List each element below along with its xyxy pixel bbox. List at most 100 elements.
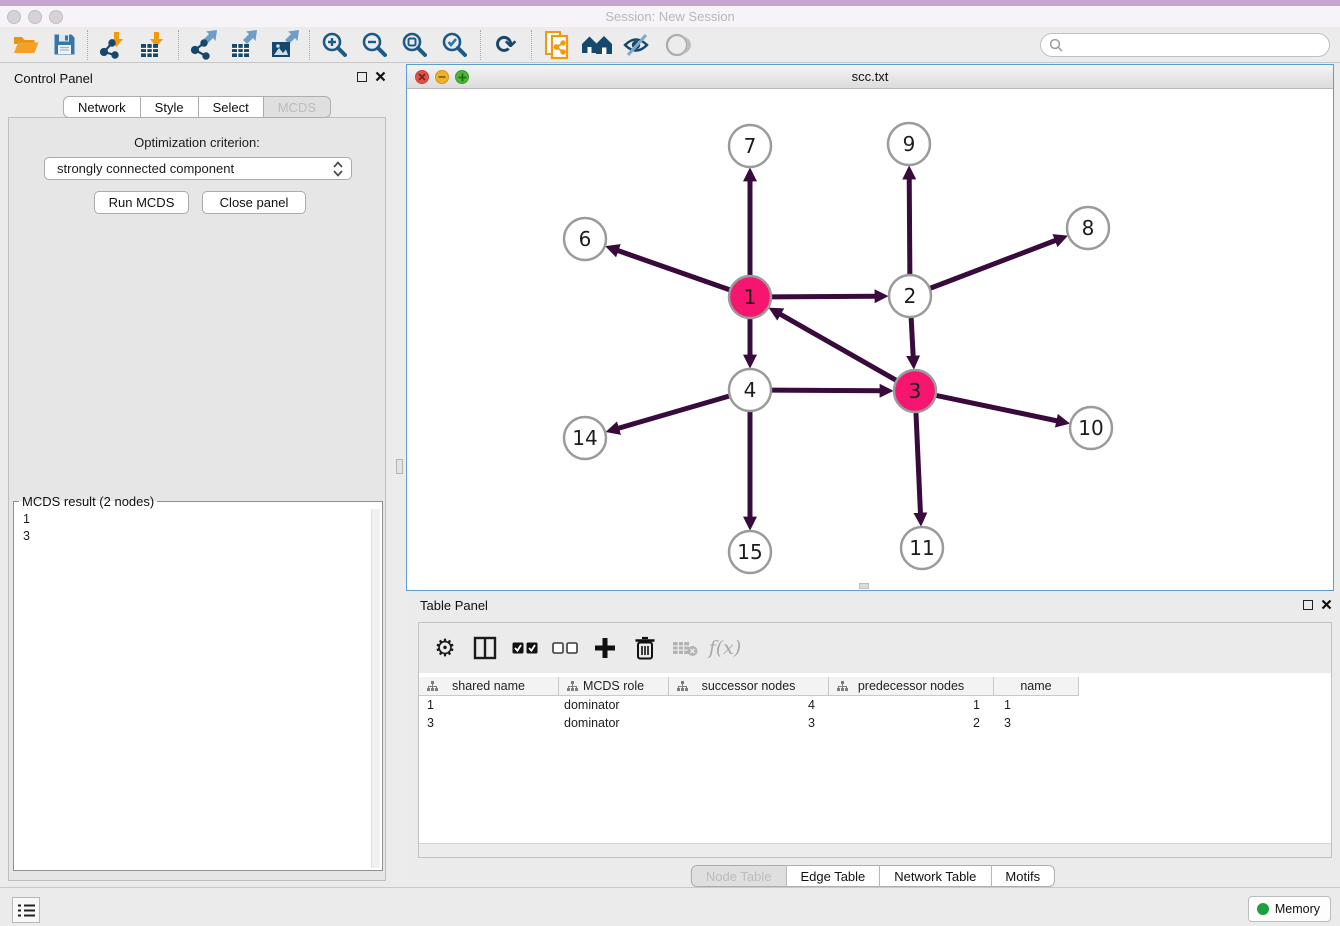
tab-mcds[interactable]: MCDS <box>264 96 331 118</box>
cell-name[interactable]: 3 <box>994 714 1079 732</box>
edge-4-14[interactable] <box>618 396 730 429</box>
network-frame-titlebar[interactable]: scc.txt <box>407 65 1333 89</box>
edge-2-8[interactable] <box>930 240 1057 288</box>
memory-button[interactable]: Memory <box>1248 896 1331 922</box>
network-canvas[interactable]: 7968124314101511 <box>407 89 1333 590</box>
cell-mcds-role[interactable]: dominator <box>559 696 669 714</box>
cell-predecessor-nodes[interactable]: 1 <box>829 696 994 714</box>
column-header-shared-name[interactable]: shared name <box>419 677 559 696</box>
show-column-button[interactable] <box>467 630 503 666</box>
tab-network[interactable]: Network <box>63 96 141 118</box>
control-panel-tabs: Network Style Select MCDS <box>63 96 331 118</box>
export-table-button[interactable] <box>224 29 264 61</box>
node-label-15: 15 <box>737 540 762 564</box>
edge-2-3[interactable] <box>911 317 913 357</box>
fx-icon: f(x) <box>709 637 742 659</box>
save-session-button[interactable] <box>46 29 82 61</box>
optimization-criterion-label: Optimization criterion: <box>0 135 394 150</box>
clone-network-button[interactable] <box>537 29 577 61</box>
cell-successor-nodes[interactable]: 4 <box>669 696 829 714</box>
delete-table-button[interactable] <box>667 630 703 666</box>
tab-network-table[interactable]: Network Table <box>880 865 991 887</box>
toolbar-separator <box>309 30 310 60</box>
mcds-result-text[interactable]: 1 3 <box>15 509 381 869</box>
edge-2-9[interactable] <box>909 178 910 275</box>
optimization-criterion-select[interactable]: strongly connected component <box>44 157 352 180</box>
export-network-button[interactable] <box>184 29 224 61</box>
column-label: name <box>1020 679 1051 693</box>
import-network-button[interactable] <box>93 29 133 61</box>
fit-content-icon <box>401 31 429 59</box>
hierarchy-icon <box>567 681 578 692</box>
import-table-button[interactable] <box>133 29 173 61</box>
function-builder-button[interactable]: f(x) <box>707 630 743 666</box>
result-scrollbar[interactable] <box>371 509 380 868</box>
delete-row-button[interactable] <box>627 630 663 666</box>
hide-graphics-details-button[interactable] <box>617 29 657 61</box>
frame-resize-grip[interactable] <box>859 583 869 589</box>
zoom-selected-button[interactable] <box>435 29 475 61</box>
edge-3-10[interactable] <box>936 395 1058 421</box>
float-panel-icon[interactable] <box>357 72 367 82</box>
result-line: 3 <box>23 528 373 545</box>
tab-node-table[interactable]: Node Table <box>691 865 787 887</box>
column-header-name[interactable]: name <box>994 677 1079 696</box>
tab-motifs[interactable]: Motifs <box>991 865 1055 887</box>
edge-layer <box>617 178 1058 518</box>
edge-1-2[interactable] <box>771 296 876 297</box>
cell-name[interactable]: 1 <box>994 696 1079 714</box>
table-horizontal-scrollbar[interactable] <box>419 843 1331 857</box>
selected-criterion: strongly connected component <box>57 161 333 176</box>
show-graphics-details-button[interactable] <box>657 29 697 61</box>
main-toolbar: ⟳ <box>0 27 1340 63</box>
cell-shared-name[interactable]: 3 <box>419 714 559 732</box>
search-field[interactable] <box>1040 33 1330 57</box>
columns-icon <box>473 636 497 660</box>
select-all-rows-button[interactable] <box>507 630 543 666</box>
column-header-successor-nodes[interactable]: successor nodes <box>669 677 829 696</box>
close-panel-icon[interactable] <box>1321 599 1332 610</box>
edge-3-1[interactable] <box>780 314 897 381</box>
table-row[interactable]: 1 dominator 4 1 1 <box>419 696 1331 714</box>
task-history-button[interactable] <box>12 897 40 923</box>
table-settings-button[interactable]: ⚙ <box>427 630 463 666</box>
refresh-button[interactable]: ⟳ <box>486 29 526 61</box>
zoom-out-button[interactable] <box>355 29 395 61</box>
cell-mcds-role[interactable]: dominator <box>559 714 669 732</box>
close-panel-icon[interactable] <box>375 71 386 82</box>
table-row[interactable]: 3 dominator 3 2 3 <box>419 714 1331 732</box>
open-folder-icon <box>12 33 40 57</box>
float-panel-icon[interactable] <box>1303 600 1313 610</box>
edge-1-6[interactable] <box>617 250 730 290</box>
open-file-button[interactable] <box>6 29 46 61</box>
close-panel-button[interactable]: Close panel <box>202 191 306 214</box>
add-row-button[interactable] <box>587 630 623 666</box>
table-tabs: Node Table Edge Table Network Table Moti… <box>691 865 1055 887</box>
zoom-in-button[interactable] <box>315 29 355 61</box>
network-graph[interactable]: 7968124314101511 <box>407 89 1333 590</box>
column-header-mcds-role[interactable]: MCDS role <box>559 677 669 696</box>
deselect-all-rows-button[interactable] <box>547 630 583 666</box>
edge-4-3[interactable] <box>771 390 881 391</box>
fit-content-button[interactable] <box>395 29 435 61</box>
column-header-predecessor-nodes[interactable]: predecessor nodes <box>829 677 994 696</box>
toolbar-separator <box>178 30 179 60</box>
import-table-icon <box>138 30 168 60</box>
search-input[interactable] <box>1063 35 1329 55</box>
cell-shared-name[interactable]: 1 <box>419 696 559 714</box>
network-frame-title: scc.txt <box>407 69 1333 84</box>
cell-successor-nodes[interactable]: 3 <box>669 714 829 732</box>
run-mcds-button[interactable]: Run MCDS <box>94 191 189 214</box>
node-label-14: 14 <box>572 426 597 450</box>
panel-splitter-handle[interactable] <box>396 459 403 474</box>
column-label: MCDS role <box>583 679 644 693</box>
tab-style[interactable]: Style <box>141 96 199 118</box>
tab-edge-table[interactable]: Edge Table <box>786 865 880 887</box>
home-view-button[interactable] <box>577 29 617 61</box>
tab-select[interactable]: Select <box>199 96 264 118</box>
cell-predecessor-nodes[interactable]: 2 <box>829 714 994 732</box>
export-image-button[interactable] <box>264 29 304 61</box>
edge-3-11[interactable] <box>916 412 921 514</box>
checked-boxes-icon <box>512 642 538 655</box>
result-line: 1 <box>23 511 373 528</box>
